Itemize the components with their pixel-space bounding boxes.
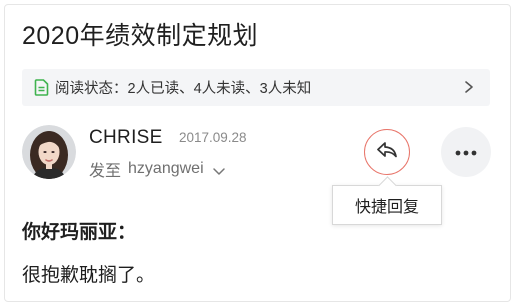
- chevron-right-icon: [462, 80, 476, 94]
- email-body-text: 很抱歉耽搁了。: [22, 265, 156, 286]
- email-title: 2020年绩效制定规划: [22, 22, 259, 50]
- quick-reply-button[interactable]: [364, 129, 410, 175]
- sent-date: 2017.09.28: [179, 130, 247, 145]
- quick-reply-tooltip: 快捷回复: [332, 185, 442, 225]
- chevron-down-icon[interactable]: [212, 164, 226, 175]
- recipients-row[interactable]: 发至 hzyangwei: [89, 157, 226, 181]
- sender-name[interactable]: CHRISE: [89, 127, 163, 149]
- read-status-bar[interactable]: 阅读状态：2人已读、4人未读、3人未知: [22, 69, 490, 106]
- document-icon: [34, 79, 49, 96]
- more-button[interactable]: [441, 127, 491, 177]
- reply-icon: [376, 141, 398, 164]
- read-status-text: 阅读状态：2人已读、4人未读、3人未知: [55, 81, 312, 97]
- more-icon: [455, 143, 477, 161]
- email-greeting: 你好玛丽亚：: [22, 222, 137, 243]
- sent-to-label: 发至: [89, 163, 122, 180]
- recipient-name: hzyangwei: [128, 160, 204, 177]
- avatar[interactable]: [22, 125, 76, 179]
